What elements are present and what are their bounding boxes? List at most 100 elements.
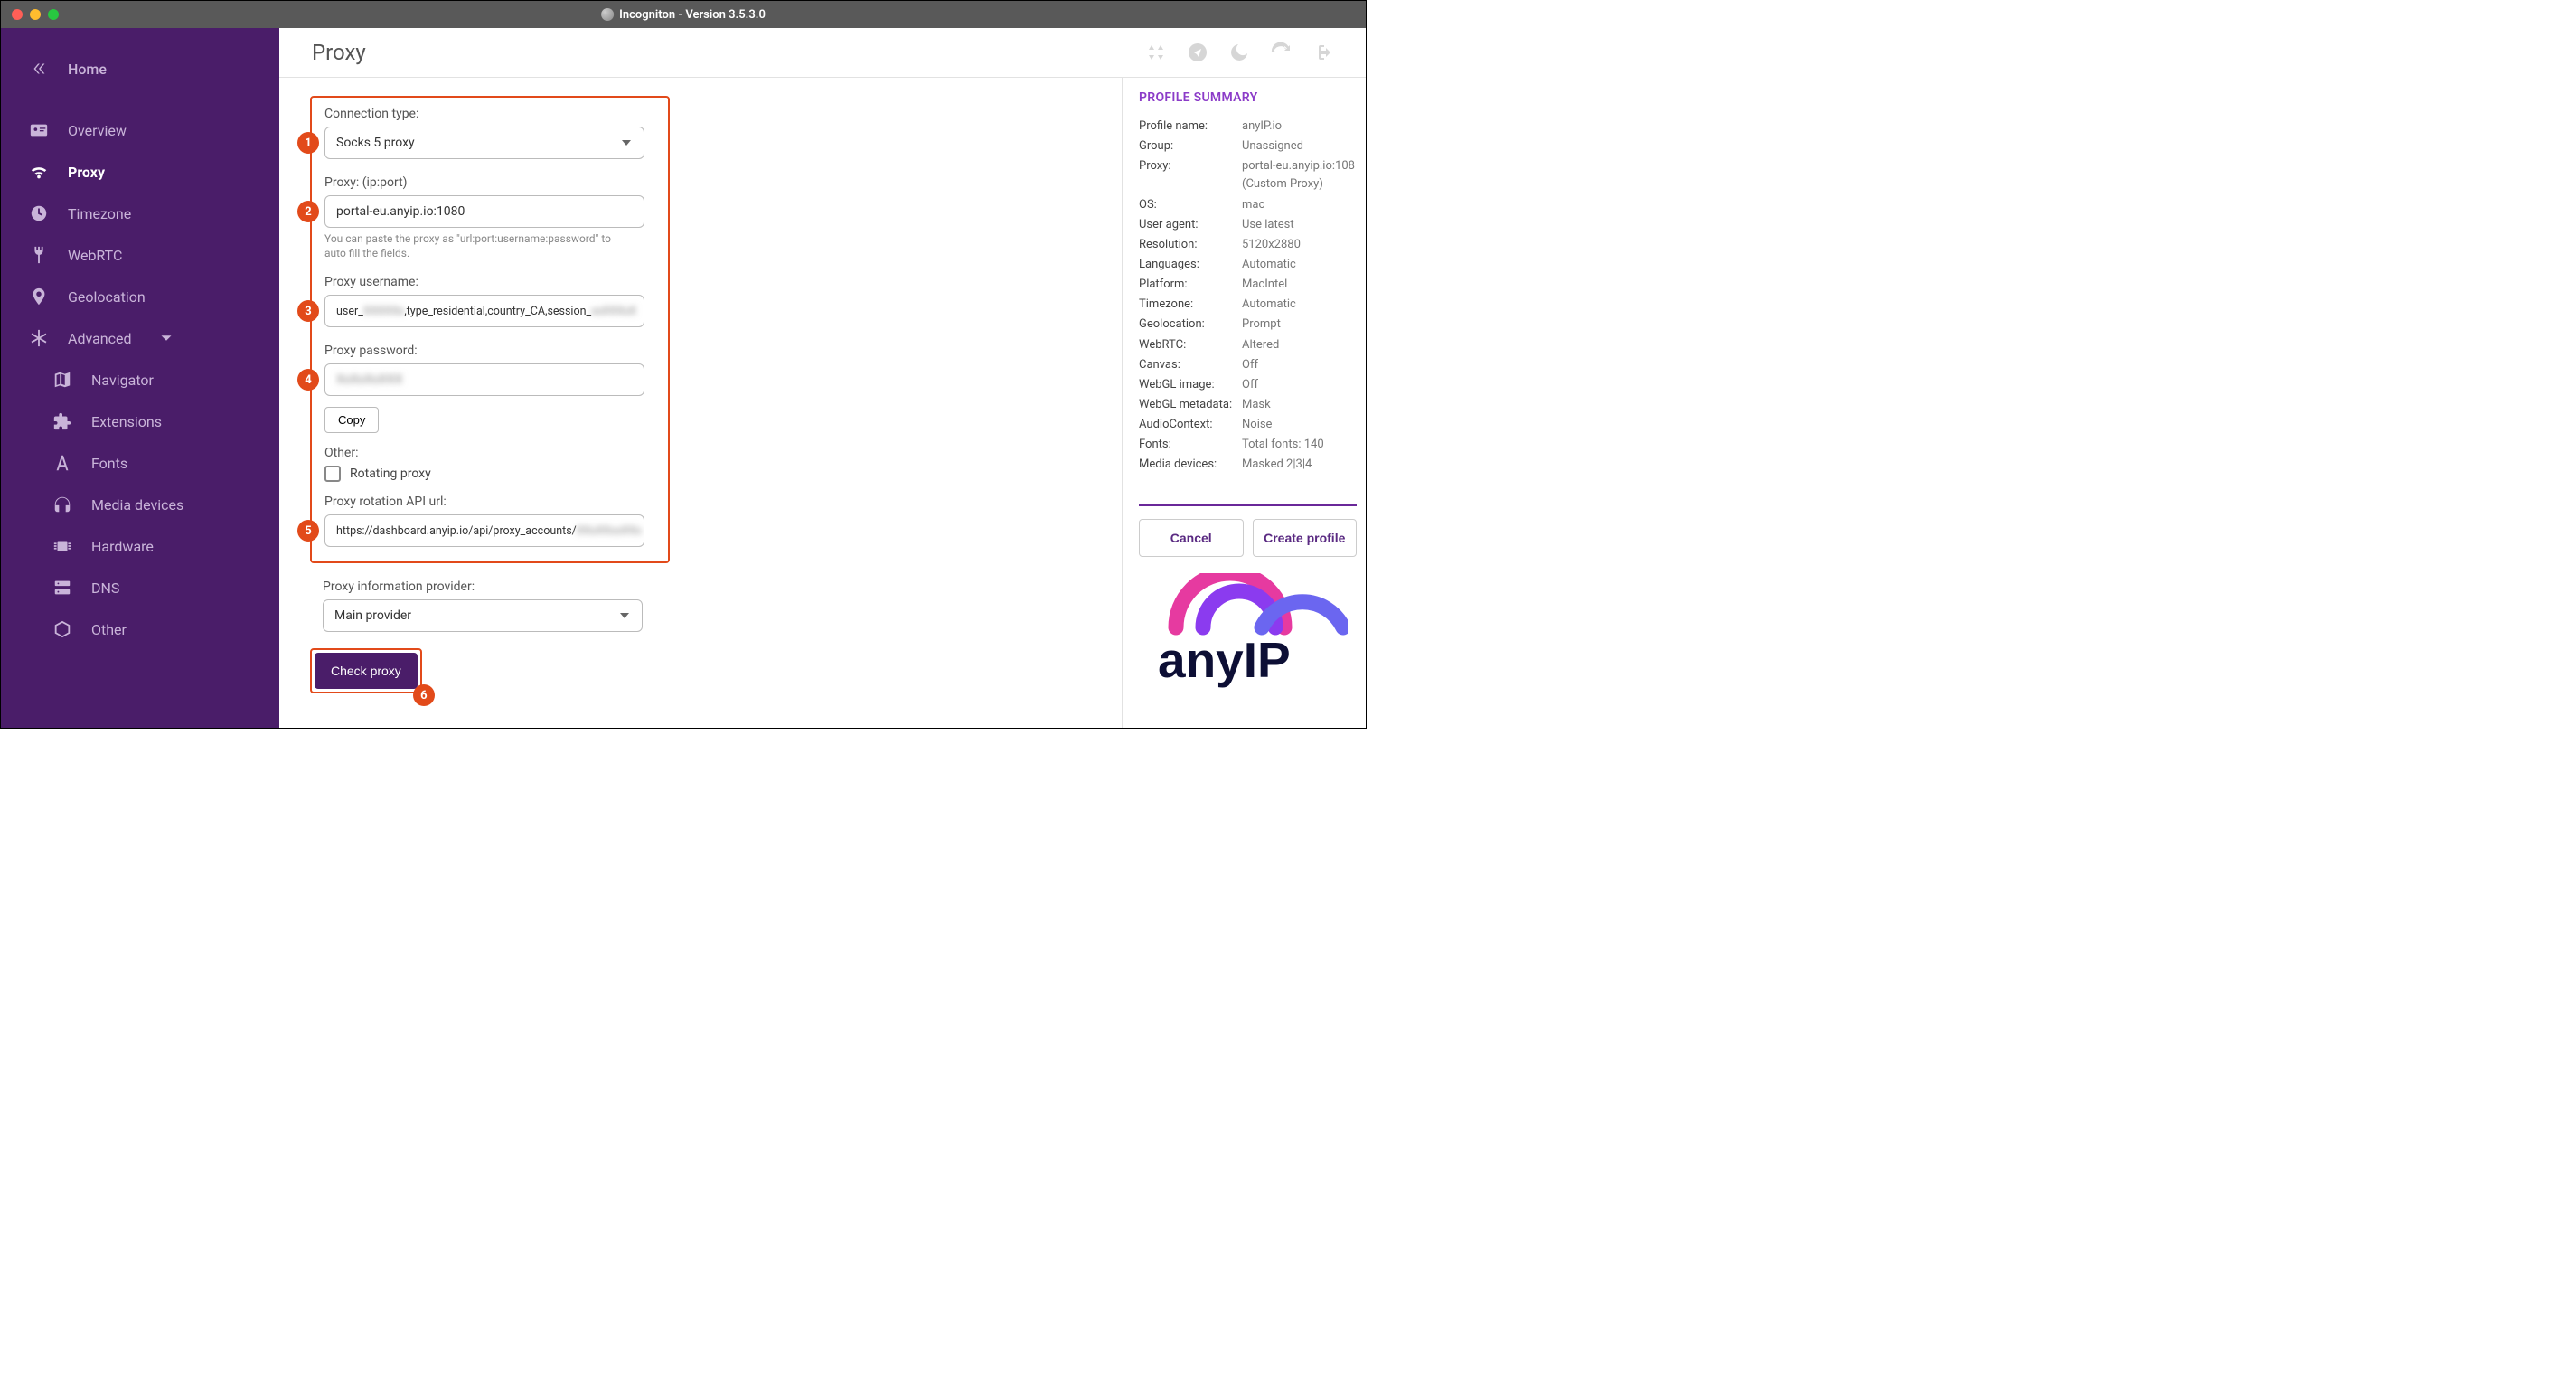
summary-row-value: Off [1242,376,1357,394]
summary-row-label: User agent: [1139,216,1242,234]
map-icon [52,369,73,391]
summary-row: User agent:Use latest [1139,216,1357,234]
summary-row: AudioContext:Noise [1139,416,1357,434]
summary-row-label: Group: [1139,137,1242,156]
copy-button[interactable]: Copy [324,407,379,433]
window-titlebar: Incogniton - Version 3.5.3.0 [1,1,1366,28]
chevron-left-icon [28,58,50,80]
app-icon [601,8,614,21]
sidebar-item-label: Extensions [91,413,162,430]
window-title: Incogniton - Version 3.5.3.0 [601,8,766,22]
id-card-icon [28,119,50,141]
rotating-proxy-checkbox[interactable] [324,466,341,482]
logout-icon[interactable] [1312,42,1333,63]
summary-row: Profile name:anyIP.io [1139,118,1357,136]
sidebar-item-dns[interactable]: DNS [1,567,279,608]
sidebar-item-label: Geolocation [68,288,146,306]
proxy-password-input[interactable]: XxXxXxXXX [324,363,644,396]
refresh-icon[interactable] [1270,42,1292,63]
check-proxy-button[interactable]: Check proxy [315,653,418,689]
summary-row-value: Total fonts: 140 [1242,436,1357,454]
summary-row-value: Altered [1242,336,1357,354]
sidebar-item-label: WebRTC [68,247,122,264]
summary-row: Group:Unassigned [1139,137,1357,156]
summary-row-value: Prompt [1242,316,1357,334]
proxy-username-label: Proxy username: [324,275,655,289]
sidebar-item-fonts[interactable]: Fonts [1,442,279,484]
summary-row-label: Geolocation: [1139,316,1242,334]
summary-row-label: Timezone: [1139,296,1242,314]
summary-row-value: MacIntel [1242,276,1357,294]
sidebar-item-label: Hardware [91,538,154,555]
summary-row-label: Proxy: [1139,157,1242,193]
summary-row-value: Automatic [1242,296,1357,314]
wifi-icon [28,161,50,183]
annotation-badge-4: 4 [297,369,319,391]
create-profile-button[interactable]: Create profile [1253,519,1358,557]
sidebar-item-navigator[interactable]: Navigator [1,359,279,401]
provider-value: Main provider [334,608,411,623]
summary-row-label: AudioContext: [1139,416,1242,434]
summary-row-label: Platform: [1139,276,1242,294]
summary-row-value: Use latest [1242,216,1357,234]
provider-select[interactable]: Main provider [323,599,643,632]
proxy-password-label: Proxy password: [324,344,655,358]
summary-row-label: Fonts: [1139,436,1242,454]
send-icon[interactable] [1187,42,1208,63]
proxy-address-input[interactable]: portal-eu.anyip.io:1080 [324,195,644,228]
cube-icon [52,618,73,640]
proxy-username-input[interactable]: user_XXXXXx,type_residential,country_CA,… [324,295,644,327]
rotation-url-input[interactable]: https://dashboard.anyip.io/api/proxy_acc… [324,514,644,547]
summary-row: Timezone:Automatic [1139,296,1357,314]
sidebar-item-label: Overview [68,122,127,139]
summary-row: OS:mac [1139,196,1357,214]
summary-row-value: Mask [1242,396,1357,414]
sidebar-item-hardware[interactable]: Hardware [1,525,279,567]
server-icon [52,577,73,598]
headphones-icon [52,494,73,515]
sidebar-item-extensions[interactable]: Extensions [1,401,279,442]
summary-row-value: Noise [1242,416,1357,434]
connection-type-select[interactable]: Socks 5 proxy [324,127,644,159]
rotation-url-label: Proxy rotation API url: [324,495,655,509]
maximize-window-button[interactable] [48,9,59,20]
chevron-down-icon [155,327,177,349]
rotating-proxy-label: Rotating proxy [350,467,431,481]
sidebar-item-other[interactable]: Other [1,608,279,650]
summary-row-value: Masked 2|3|4 [1242,456,1357,474]
recycle-icon[interactable] [1145,42,1167,63]
connection-type-label: Connection type: [324,107,655,121]
plug-icon [28,244,50,266]
sidebar-item-geolocation[interactable]: Geolocation [1,276,279,317]
sidebar-item-proxy[interactable]: Proxy [1,151,279,193]
location-pin-icon [28,286,50,307]
profile-summary-panel: PROFILE SUMMARY Profile name:anyIP.ioGro… [1122,78,1366,728]
proxy-address-value: portal-eu.anyip.io:1080 [336,204,465,219]
sidebar-item-advanced[interactable]: Advanced [1,317,279,359]
sidebar-item-label: DNS [91,580,119,597]
summary-row-value: Automatic [1242,256,1357,274]
sidebar-item-media-devices[interactable]: Media devices [1,484,279,525]
summary-row-label: Media devices: [1139,456,1242,474]
minimize-window-button[interactable] [30,9,41,20]
sidebar-home[interactable]: Home [1,46,279,91]
header-actions [1145,42,1333,63]
summary-title: PROFILE SUMMARY [1139,90,1357,105]
cancel-button[interactable]: Cancel [1139,519,1244,557]
anyip-logo: anyIP [1139,573,1357,691]
summary-rows: Profile name:anyIP.ioGroup:UnassignedPro… [1139,118,1357,506]
sidebar-item-label: Media devices [91,496,183,514]
sidebar-item-label: Other [91,621,127,638]
window-title-text: Incogniton - Version 3.5.3.0 [619,8,766,22]
sidebar-item-timezone[interactable]: Timezone [1,193,279,234]
summary-row-value: Off [1242,356,1357,374]
moon-icon[interactable] [1228,42,1250,63]
sidebar-item-webrtc[interactable]: WebRTC [1,234,279,276]
close-window-button[interactable] [12,9,23,20]
summary-row: Proxy:portal-eu.anyip.io:108 (Custom Pro… [1139,157,1357,193]
proxy-settings-highlight: Connection type: 1 Socks 5 proxy Proxy: … [310,96,670,563]
sidebar-item-overview[interactable]: Overview [1,109,279,151]
clock-icon [28,203,50,224]
page-title: Proxy [312,40,366,65]
summary-row-label: OS: [1139,196,1242,214]
